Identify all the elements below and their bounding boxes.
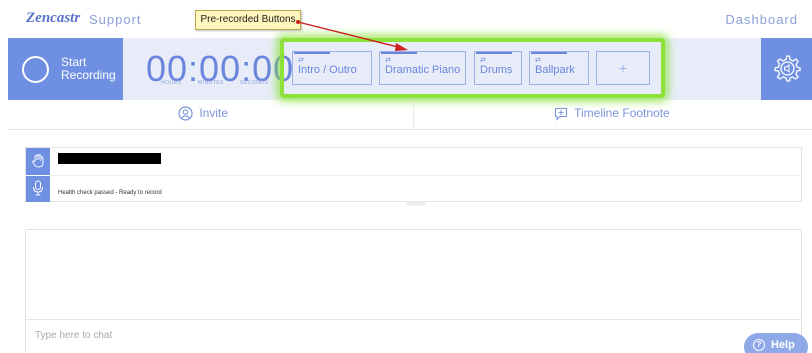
chat-panel [25,229,802,353]
participant-name-redacted [58,153,161,164]
prerecorded-button-intro-outro[interactable]: ⇄ Intro / Outro [292,51,372,85]
question-icon: ? [753,339,765,351]
gear-sound-icon [774,55,801,82]
prerecorded-button-ballpark[interactable]: ⇄ Ballpark [529,51,589,85]
settings-button[interactable] [761,38,812,100]
chat-input[interactable] [35,330,635,341]
prerecorded-button-dramatic-piano[interactable]: ⇄ Dramatic Piano [379,51,466,85]
loop-icon: ⇄ [385,57,391,64]
timer-hours-label: HOURS [161,80,182,86]
annotation-callout: Pre-recorded Buttons [195,10,301,30]
add-prerecorded-button[interactable]: + [596,51,650,85]
invite-person-icon [178,106,193,121]
timeline-footnote-label: Timeline Footnote [574,106,670,120]
dashboard-link[interactable]: Dashboard [725,12,798,27]
chat-input-bar [26,319,801,353]
button-accent-line [381,52,417,54]
participant-panel: Health check passed - Ready to record [25,147,802,202]
help-label: Help [771,339,795,351]
button-accent-line [294,52,330,54]
zencastr-page: Zencastr Support Dashboard Start Recordi… [0,0,812,353]
prerecorded-button-drums[interactable]: ⇄ Drums [474,51,522,85]
participant-row-divider [50,175,802,176]
support-link[interactable]: Support [89,12,142,27]
prerecorded-label: Ballpark [535,64,575,76]
timer-seconds-label: SECONDS [240,80,269,86]
recording-timer: 00:00:00 HOURS MINUTES SECONDS [146,48,293,94]
footnote-plus-icon [554,107,568,121]
prerecorded-label: Drums [480,64,513,76]
loop-icon: ⇄ [298,57,304,64]
sub-nav: Invite Timeline Footnote [8,100,812,130]
panel-collapse-handle[interactable] [406,201,426,206]
loop-icon: ⇄ [535,57,541,64]
top-nav: Zencastr Support Dashboard [0,0,812,38]
microphone-icon [33,180,43,196]
record-circle-icon [22,56,49,83]
subnav-divider [413,102,414,128]
invite-label: Invite [199,106,229,120]
microphone-button[interactable] [26,176,50,202]
start-recording-button[interactable]: Start Recording [8,38,123,100]
start-recording-label: Start Recording [61,55,116,82]
prerecorded-label: Intro / Outro [298,64,357,76]
timeline-footnote-button[interactable]: Timeline Footnote [554,106,670,121]
button-accent-line [531,52,567,54]
hand-icon [32,154,44,168]
help-button[interactable]: ? Help [744,333,808,353]
raise-hand-button[interactable] [26,148,50,175]
timer-minutes-label: MINUTES [198,80,224,86]
invite-button[interactable]: Invite [178,106,228,121]
prerecorded-label: Dramatic Piano [385,64,461,76]
loop-icon: ⇄ [480,57,486,64]
add-prerecorded-label: + [618,60,628,76]
button-accent-line [476,52,512,54]
health-check-status: Health check passed - Ready to record [58,190,162,196]
zencastr-logo[interactable]: Zencastr [26,10,80,27]
